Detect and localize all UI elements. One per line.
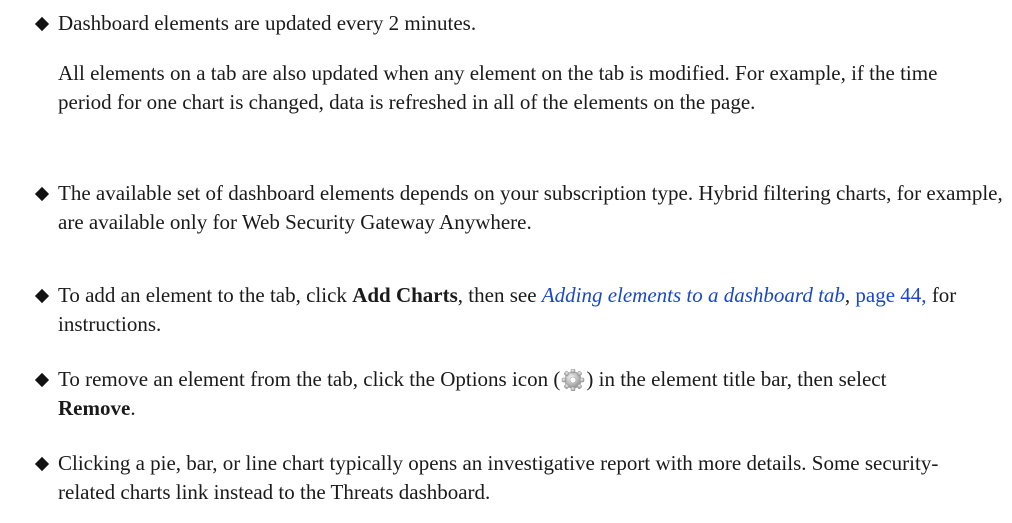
bullet-item-chart-click: Clicking a pie, bar, or line chart typic… [58, 451, 939, 504]
bullet-item-update-interval: Dashboard elements are updated every 2 m… [58, 11, 477, 35]
add-charts-text-mid: , then see [457, 283, 542, 307]
adding-elements-link[interactable]: Adding elements to a dashboard tab [542, 283, 845, 307]
bullet-marker [34, 186, 50, 202]
gear-icon [562, 369, 585, 391]
bullet-item-subscription: The available set of dashboard elements … [58, 181, 1003, 234]
remove-text-mid: ) in the element title bar, then select [586, 367, 887, 391]
page-44-link[interactable]: page 44, [855, 283, 926, 307]
bullet-sub-paragraph: All elements on a tab are also updated w… [58, 61, 938, 114]
bullet-item-add-charts: To add an element to the tab, click Add … [58, 281, 978, 339]
bullet-marker [34, 372, 50, 388]
bullet-item-remove-element: To remove an element from the tab, click… [58, 365, 958, 423]
remove-text-pre: To remove an element from the tab, click… [58, 367, 561, 391]
add-charts-label: Add Charts [352, 283, 458, 307]
add-charts-text-pre: To add an element to the tab, click [58, 283, 353, 307]
bullet-marker [34, 288, 50, 304]
remove-label: Remove [58, 396, 131, 420]
add-charts-comma: , [844, 283, 856, 307]
bullet-marker [34, 456, 50, 472]
remove-text-post: . [130, 396, 136, 420]
bullet-marker [34, 16, 50, 32]
